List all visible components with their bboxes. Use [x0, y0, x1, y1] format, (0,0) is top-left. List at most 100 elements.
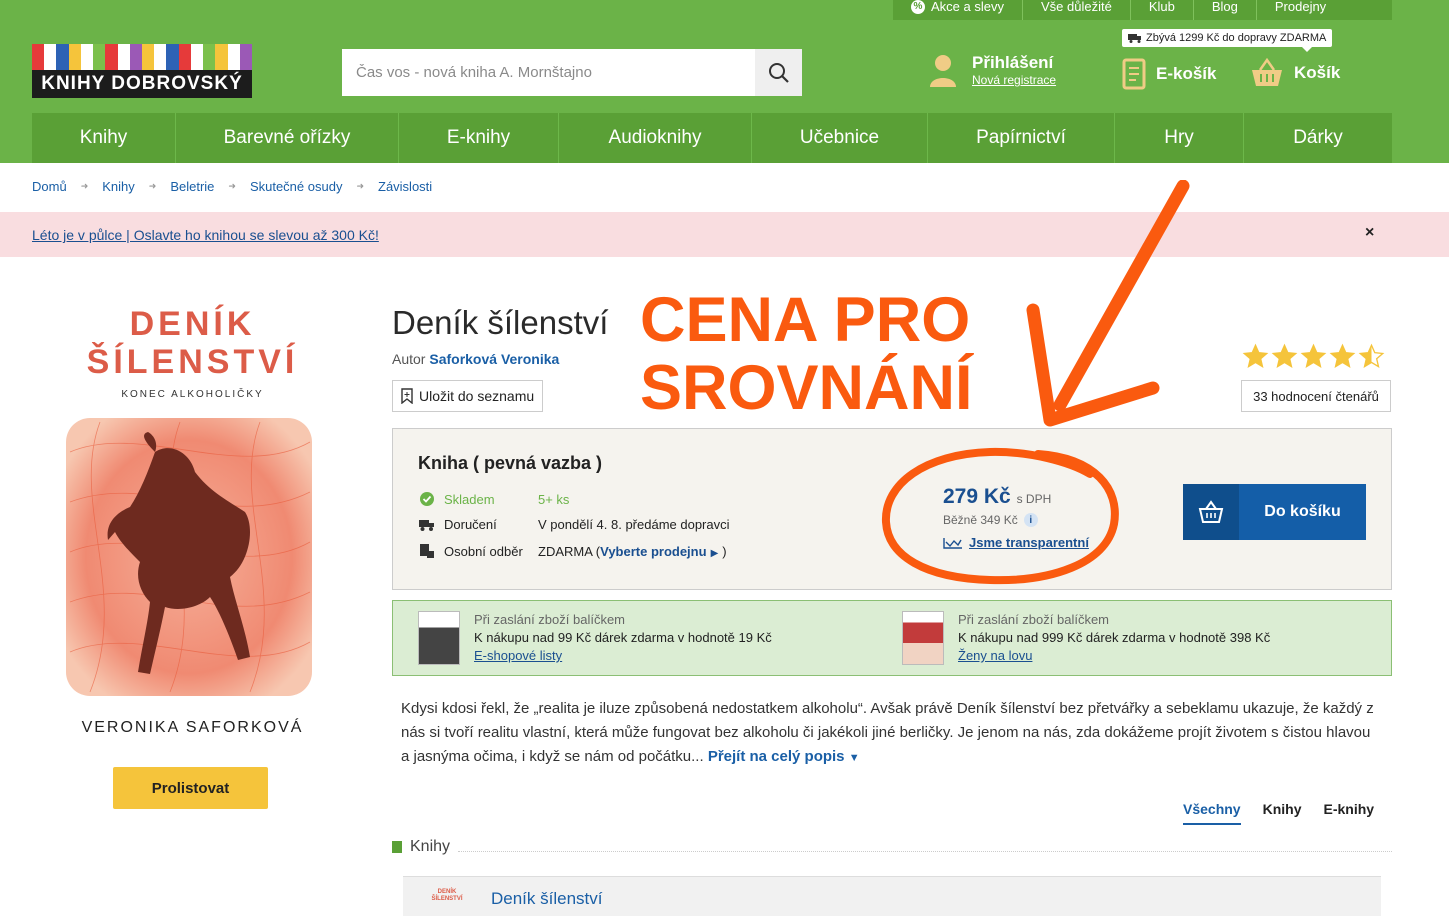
login-link[interactable]: Přihlášení [972, 53, 1056, 73]
nav-item-barevne-orizky[interactable]: Barevné ořízky [176, 113, 399, 163]
logo-stripe [178, 44, 191, 70]
gift-offers: Při zaslání zboží balíčkem K nákupu nad … [392, 600, 1392, 676]
logo-stripe [190, 44, 204, 70]
gift-item: Při zaslání zboží balíčkem K nákupu nad … [418, 611, 772, 665]
delivery-row: Doručení V pondělí 4. 8. předáme dopravc… [418, 517, 730, 532]
stock-row: Skladem 5+ ks [418, 491, 569, 507]
breadcrumb-beletrie[interactable]: Beletrie [170, 179, 214, 194]
search-button[interactable] [755, 49, 802, 96]
nav-item-darky[interactable]: Dárky [1244, 113, 1392, 163]
free-shipping-tooltip: Zbývá 1299 Kč do dopravy ZDARMA [1122, 29, 1333, 52]
product-format: Kniha ( pevná vazba ) [418, 453, 603, 473]
close-icon[interactable]: × [1365, 224, 1374, 242]
gift-link[interactable]: Ženy na lovu [958, 648, 1032, 663]
site-header: % Akce a slevy Vše důležité Klub Blog Pro… [0, 0, 1449, 163]
breadcrumb-skutecne-osudy[interactable]: Skutečné osudy [250, 179, 343, 194]
promo-link[interactable]: Léto je v půlce | Oslavte ho knihou se s… [32, 227, 379, 243]
pickup-row: Osobní odběr ZDARMA (Vyberte prodejnu ▶) [418, 543, 727, 559]
gift-link[interactable]: E-shopové listy [474, 648, 562, 663]
basket-icon [1252, 58, 1282, 86]
star-icon [1242, 343, 1269, 369]
book-cover[interactable]: DENÍK ŠÍLENSTVÍ KONEC ALKOHOLIČKY VERONI… [60, 305, 325, 745]
cart-label: Košík [1294, 63, 1341, 82]
store-pickup-icon [420, 544, 434, 558]
breadcrumb-home[interactable]: Domů [32, 179, 67, 194]
breadcrumb-zavislosti[interactable]: Závislosti [378, 179, 432, 194]
full-description-link[interactable]: Přejít na celý popis ▼ [708, 748, 860, 765]
nav-item-audioknihy[interactable]: Audioknihy [559, 113, 752, 163]
author-link[interactable]: Saforková Veronika [429, 351, 559, 367]
book-edition-card[interactable]: DENÍK ŠÍLENSTVÍ Deník šílenství [403, 876, 1381, 916]
check-circle-icon [420, 492, 434, 506]
delivery-value: V pondělí 4. 8. předáme dopravci [538, 517, 730, 532]
logo-stripe [44, 44, 57, 70]
star-icon [1358, 343, 1385, 369]
delivery-truck-icon [419, 519, 434, 531]
nav-item-knihy[interactable]: Knihy [32, 113, 176, 163]
choose-store-link[interactable]: Vyberte prodejnu [600, 544, 706, 559]
pickup-label: Osobní odběr [444, 543, 523, 559]
gift-description: K nákupu nad 999 Kč dárek zdarma v hodno… [958, 630, 1271, 645]
nav-item-papirnictvi[interactable]: Papírnictví [928, 113, 1115, 163]
topbar-stores-link[interactable]: Prodejny [1257, 0, 1344, 20]
logo-stripe [227, 44, 240, 70]
add-to-cart-label: Do košíku [1264, 503, 1341, 520]
price-annotation-text: CENA PRO SROVNÁNÍ [640, 286, 973, 422]
tab-books[interactable]: Knihy [1263, 801, 1302, 825]
logo-stripe [239, 44, 252, 70]
logo-stripe [129, 44, 142, 70]
chevron-right-icon: ➜ [356, 181, 364, 191]
tab-all[interactable]: Všechny [1183, 801, 1241, 825]
star-icon [1271, 343, 1298, 369]
cart-link[interactable]: Košík [1250, 58, 1340, 88]
browse-book-button[interactable]: Prolistovat [113, 767, 268, 809]
register-link[interactable]: Nová registrace [972, 73, 1056, 87]
edition-title-link[interactable]: Deník šílenství [491, 889, 603, 909]
pickup-free: ZDARMA ( [538, 543, 601, 559]
gift-condition: Při zaslání zboží balíčkem [474, 612, 626, 627]
topbar-deals-link[interactable]: % Akce a slevy [893, 0, 1023, 20]
nav-item-e-knihy[interactable]: E-knihy [399, 113, 559, 163]
topbar-blog-link[interactable]: Blog [1194, 0, 1257, 20]
site-logo[interactable]: KNIHY DOBROVSKÝ [32, 44, 252, 98]
nav-item-ucebnice[interactable]: Učebnice [752, 113, 928, 163]
caret-right-icon: ▶ [710, 547, 719, 559]
topbar-important-link[interactable]: Vše důležité [1023, 0, 1131, 20]
star-icon [1329, 343, 1356, 369]
caret-down-icon: ▼ [848, 752, 860, 764]
cover-horse-illustration [66, 418, 312, 696]
cover-author: VERONIKA SAFORKOVÁ [81, 719, 304, 736]
topbar-club-link[interactable]: Klub [1131, 0, 1194, 20]
logo-stripe [105, 44, 118, 70]
gift-thumbnail[interactable] [418, 611, 460, 665]
nav-item-hry[interactable]: Hry [1115, 113, 1244, 163]
logo-stripe [141, 44, 155, 70]
logo-stripe [56, 44, 69, 70]
logo-stripe [154, 44, 167, 70]
promo-banner: Léto je v půlce | Oslavte ho knihou se s… [0, 212, 1449, 257]
rating-count-button[interactable]: 33 hodnocení čtenářů [1241, 380, 1391, 412]
search-icon [768, 62, 789, 83]
annotation-circle [881, 447, 1119, 585]
logo-text: KNIHY DOBROVSKÝ [32, 70, 252, 98]
search-box [342, 49, 802, 96]
stock-value: 5+ ks [538, 491, 570, 507]
save-to-list-label: Uložit do seznamu [419, 388, 535, 404]
truck-icon [1128, 34, 1141, 43]
breadcrumb-knihy[interactable]: Knihy [102, 179, 135, 194]
books-section-header: Knihy [392, 838, 1392, 856]
basket-icon [1183, 484, 1239, 540]
gift-thumbnail[interactable] [902, 611, 944, 665]
save-to-list-button[interactable]: Uložit do seznamu [392, 380, 544, 412]
chevron-right-icon: ➜ [80, 181, 89, 191]
book-title: Deník šílenství [392, 304, 609, 341]
account-area[interactable]: Přihlášení Nová registrace [928, 53, 1056, 87]
cover-title-line2: ŠÍLENSTVÍ [86, 343, 299, 381]
logo-stripe [80, 44, 94, 70]
add-to-cart-button[interactable]: Do košíku [1183, 484, 1366, 540]
topbar-deals-label: Akce a slevy [931, 0, 1004, 14]
search-input[interactable] [342, 49, 755, 96]
tab-ebooks[interactable]: E-knihy [1323, 801, 1374, 825]
ebook-cart-link[interactable]: E-košík [1122, 58, 1216, 90]
logo-stripe [68, 44, 81, 70]
